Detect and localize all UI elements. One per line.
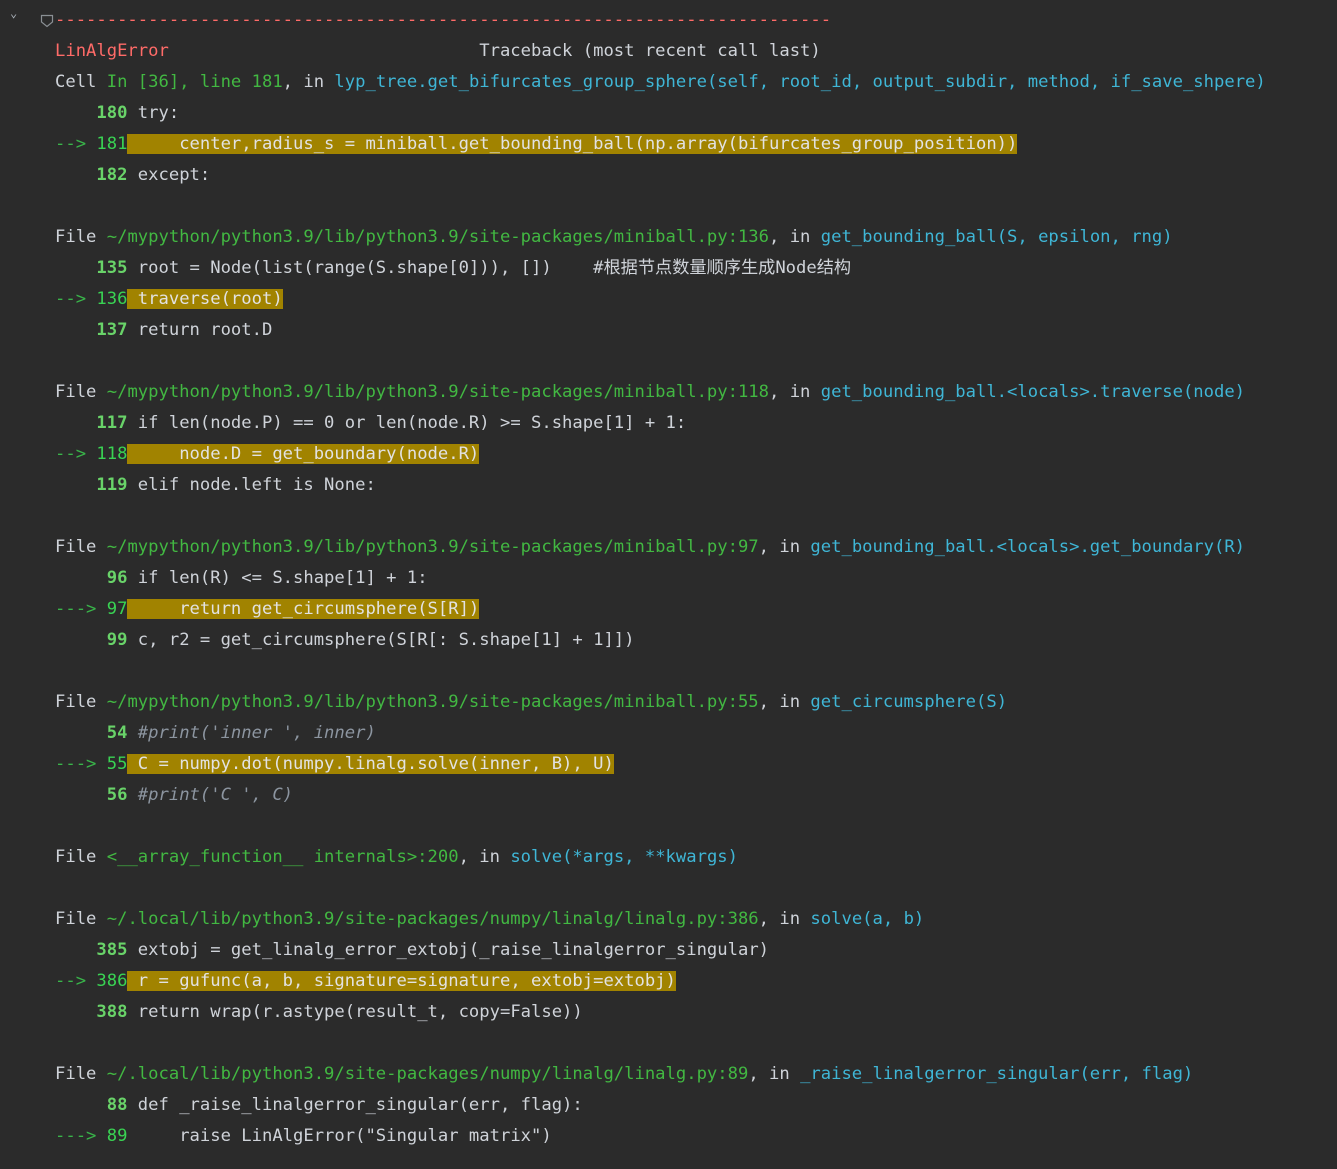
code-text-highlighted: node.D = get_boundary(node.R) [127, 444, 480, 464]
code-text: #print('C ', C) [127, 785, 294, 805]
frame-header: File ~/mypython/python3.9/lib/python3.9/… [55, 382, 1246, 402]
code-text: try: [127, 103, 180, 123]
traceback-frame: File ~/mypython/python3.9/lib/python3.9/… [55, 222, 1266, 377]
code-line: 385 extobj = get_linalg_error_extobj(_ra… [96, 940, 770, 960]
frame-location[interactable]: <__array_function__ internals>:200 [107, 847, 459, 867]
code-line: 99 c, r2 = get_circumsphere(S[R[: S.shap… [106, 630, 635, 650]
code-text: return root.D [127, 320, 273, 340]
frame-location[interactable]: In [36], line 181 [107, 72, 283, 92]
chevron-down-icon[interactable]: ⌄ [10, 7, 20, 19]
error-header: LinAlgError Traceback (most recent call … [55, 36, 1266, 67]
frame-location[interactable]: ~/.local/lib/python3.9/site-packages/num… [107, 909, 759, 929]
frame-header: File ~/mypython/python3.9/lib/python3.9/… [55, 537, 1246, 557]
code-line: 54 #print('inner ', inner) [106, 723, 376, 743]
frame-header: File ~/.local/lib/python3.9/site-package… [55, 909, 925, 929]
frame-header: File ~/mypython/python3.9/lib/python3.9/… [55, 692, 1008, 712]
code-text: except: [127, 165, 211, 185]
code-text-highlighted: return get_circumsphere(S[R]) [127, 599, 480, 619]
code-text-highlighted: traverse(root) [127, 289, 283, 309]
code-text: return wrap(r.astype(result_t, copy=Fals… [127, 1002, 583, 1022]
frame-function: _raise_linalgerror_singular [800, 1064, 1080, 1084]
code-line: 56 #print('C ', C) [106, 785, 294, 805]
frame-header: File <__array_function__ internals>:200,… [55, 847, 738, 867]
traceback-frame: File <__array_function__ internals>:200,… [55, 842, 1266, 904]
separator: ----------------------------------------… [55, 10, 832, 30]
frame-location[interactable]: ~/mypython/python3.9/lib/python3.9/site-… [107, 537, 759, 557]
code-line: 119 elif node.left is None: [96, 475, 376, 495]
frame-function: get_circumsphere [810, 692, 976, 712]
frame-location[interactable]: ~/mypython/python3.9/lib/python3.9/site-… [107, 227, 769, 247]
code-text: if len(R) <= S.shape[1] + 1: [127, 568, 428, 588]
code-line-current: --> 118 node.D = get_boundary(node.R) [55, 444, 480, 464]
frame-header: File ~/.local/lib/python3.9/site-package… [55, 1064, 1194, 1084]
code-text: #print('inner ', inner) [127, 723, 376, 743]
code-line: 182 except: [96, 165, 211, 185]
code-text: if len(node.P) == 0 or len(node.R) >= S.… [127, 413, 687, 433]
frame-function: get_bounding_ball [820, 227, 997, 247]
code-text-highlighted: r = gufunc(a, b, signature=signature, ex… [127, 971, 676, 991]
output-cell: ⌄ --------------------------------------… [0, 0, 1337, 1169]
code-line: 117 if len(node.P) == 0 or len(node.R) >… [96, 413, 687, 433]
traceback-frame: File ~/mypython/python3.9/lib/python3.9/… [55, 532, 1266, 687]
code-line-current: --> 386 r = gufunc(a, b, signature=signa… [55, 971, 676, 991]
code-line: 180 try: [96, 103, 180, 123]
traceback-frame: File ~/mypython/python3.9/lib/python3.9/… [55, 377, 1266, 532]
error-name: LinAlgError [55, 41, 169, 61]
code-line-current: --> 136 traverse(root) [55, 289, 283, 309]
frame-header: Cell In [36], line 181, in lyp_tree.get_… [55, 72, 1266, 92]
frame-function: get_bounding_ball.<locals>.get_boundary [810, 537, 1214, 557]
code-line-current: ---> 89 raise LinAlgError("Singular matr… [55, 1126, 552, 1146]
code-line: 388 return wrap(r.astype(result_t, copy=… [96, 1002, 583, 1022]
traceback-header: Traceback (most recent call last) [479, 41, 821, 61]
traceback: ----------------------------------------… [55, 5, 1266, 1152]
code-text: raise LinAlgError("Singular matrix") [127, 1126, 552, 1146]
code-text: c, r2 = get_circumsphere(S[R[: S.shape[1… [127, 630, 635, 650]
code-line-current: ---> 97 return get_circumsphere(S[R]) [55, 599, 480, 619]
traceback-frame: Cell In [36], line 181, in lyp_tree.get_… [55, 67, 1266, 222]
frame-function: lyp_tree.get_bifurcates_group_sphere [334, 72, 707, 92]
frame-location[interactable]: ~/mypython/python3.9/lib/python3.9/site-… [107, 692, 759, 712]
code-text-highlighted: C = numpy.dot(numpy.linalg.solve(inner, … [127, 754, 614, 774]
frame-location[interactable]: ~/mypython/python3.9/lib/python3.9/site-… [107, 382, 769, 402]
code-text: root = Node(list(range(S.shape[0])), [])… [127, 258, 852, 278]
code-line: 96 if len(R) <= S.shape[1] + 1: [106, 568, 428, 588]
frame-function: solve [810, 909, 863, 929]
code-text: def _raise_linalgerror_singular(err, fla… [127, 1095, 583, 1115]
frame-function: get_bounding_ball.<locals>.traverse [820, 382, 1183, 402]
code-line: 88 def _raise_linalgerror_singular(err, … [106, 1095, 583, 1115]
breakpoint-marker-icon [40, 14, 54, 28]
code-text: elif node.left is None: [127, 475, 376, 495]
separator-line: ----------------------------------------… [55, 5, 1266, 36]
code-line-current: --> 181 center,radius_s = miniball.get_b… [55, 134, 1018, 154]
code-text-highlighted: center,radius_s = miniball.get_bounding_… [127, 134, 1018, 154]
code-line: 137 return root.D [96, 320, 273, 340]
code-line: 135 root = Node(list(range(S.shape[0])),… [96, 258, 852, 278]
frame-location[interactable]: ~/.local/lib/python3.9/site-packages/num… [107, 1064, 749, 1084]
frame-header: File ~/mypython/python3.9/lib/python3.9/… [55, 227, 1173, 247]
code-text: extobj = get_linalg_error_extobj(_raise_… [127, 940, 770, 960]
frame-function: solve [510, 847, 563, 867]
traceback-frame: File ~/.local/lib/python3.9/site-package… [55, 904, 1266, 1059]
traceback-frame: File ~/mypython/python3.9/lib/python3.9/… [55, 687, 1266, 842]
traceback-frame: File ~/.local/lib/python3.9/site-package… [55, 1059, 1266, 1152]
code-line-current: ---> 55 C = numpy.dot(numpy.linalg.solve… [55, 754, 614, 774]
